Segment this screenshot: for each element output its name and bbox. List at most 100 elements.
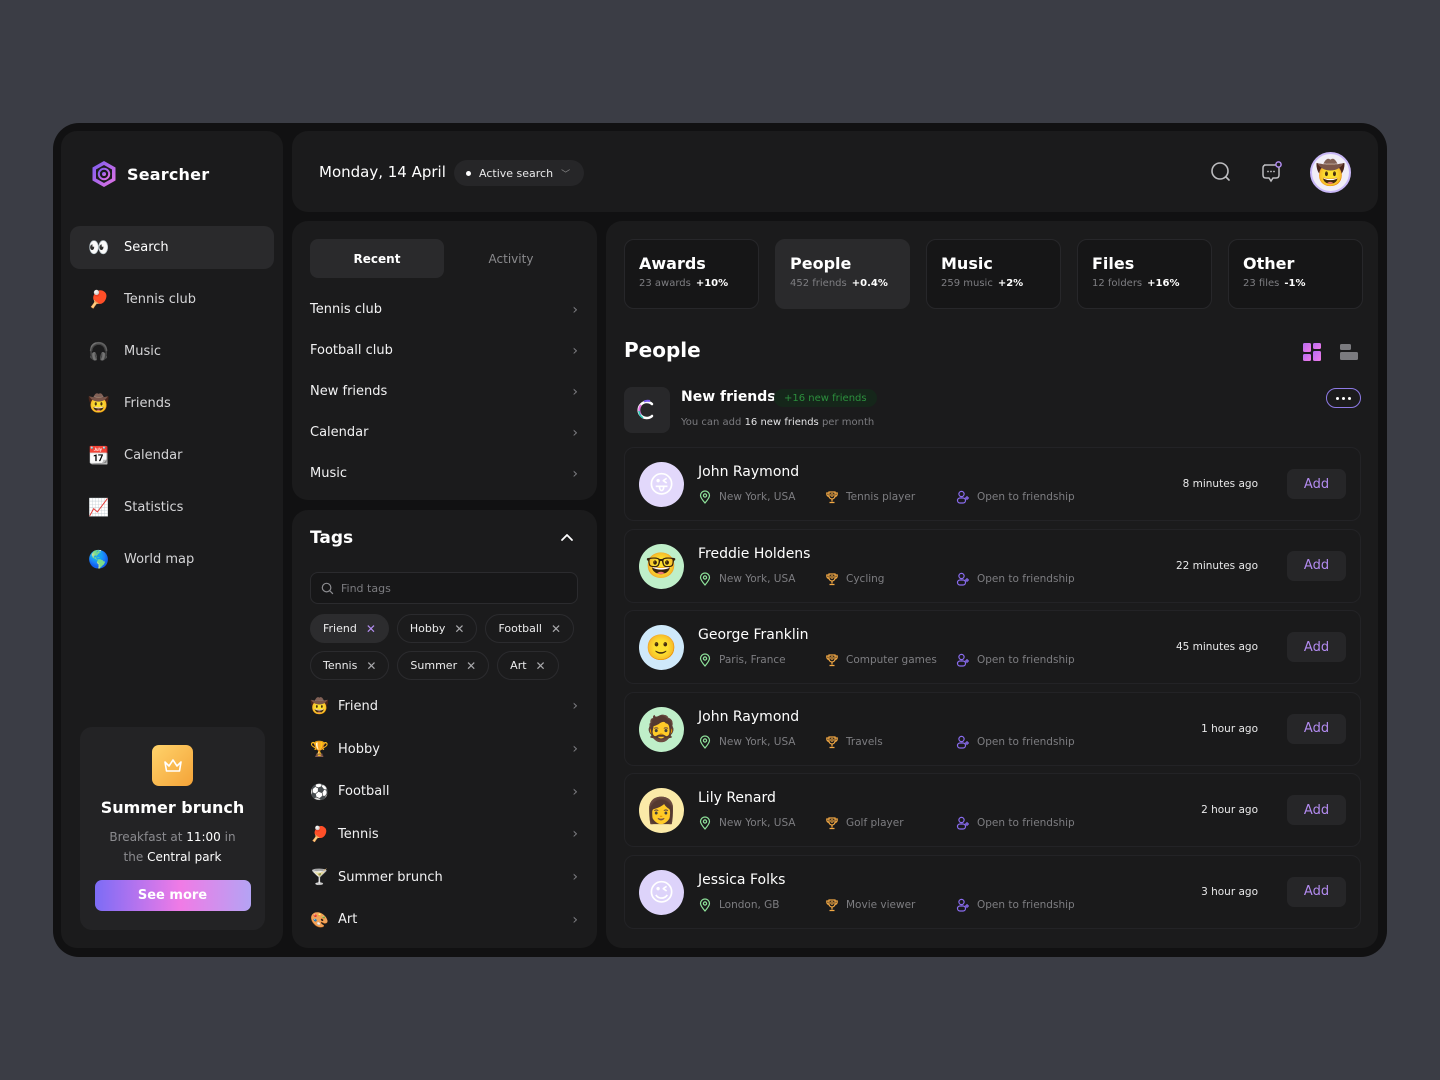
tag-item-football[interactable]: ⚽ Football › <box>310 770 578 813</box>
sidebar-item-music[interactable]: 🎧 Music <box>70 330 274 373</box>
friendship-status-text: Open to friendship <box>977 898 1075 911</box>
person-hobby: Movie viewer <box>825 898 915 912</box>
person-row[interactable]: 🧔 John Raymond New York, USA Travels Ope… <box>624 691 1361 766</box>
list-item[interactable]: Football club › <box>310 330 578 371</box>
close-icon[interactable]: ✕ <box>551 623 561 635</box>
tag-chip[interactable]: Friend ✕ <box>310 614 389 643</box>
sidebar-item-friends[interactable]: 🤠 Friends <box>70 382 274 425</box>
category-card-music[interactable]: Music 259 music +2% <box>926 239 1061 309</box>
dot <box>1342 396 1345 400</box>
grid-view-icon[interactable] <box>1302 342 1322 362</box>
person-friendship-status: Open to friendship <box>956 490 1075 504</box>
location-pin-icon <box>699 816 711 831</box>
sidebar-item-statistics[interactable]: 📈 Statistics <box>70 486 274 529</box>
list-item[interactable]: Calendar › <box>310 412 578 453</box>
status-dot-icon <box>466 170 471 176</box>
tag-chip[interactable]: Tennis ✕ <box>310 651 390 680</box>
chevron-right-icon: › <box>572 869 578 886</box>
person-friendship-status: Open to friendship <box>956 898 1075 912</box>
person-row[interactable]: 👩 Lily Renard New York, USA Golf player … <box>624 773 1361 848</box>
add-friend-button[interactable]: Add <box>1287 795 1346 826</box>
category-card-other[interactable]: Other 23 files -1% <box>1228 239 1363 309</box>
person-row[interactable]: 😉 Jessica Folks London, GB Movie viewer … <box>624 854 1361 929</box>
subtitle-text: You can add <box>681 417 745 428</box>
add-friend-button[interactable]: Add <box>1287 713 1346 744</box>
close-icon[interactable]: ✕ <box>536 660 546 672</box>
person-row[interactable]: 🙂 George Franklin Paris, France Computer… <box>624 610 1361 685</box>
location-text: Paris, France <box>719 654 786 667</box>
category-name: Files <box>1092 254 1135 273</box>
hobby-text: Computer games <box>846 654 937 667</box>
crown-badge <box>152 745 193 786</box>
tag-chip[interactable]: Art ✕ <box>497 651 559 680</box>
sidebar-item-tennis-club[interactable]: 🏓 Tennis club <box>70 278 274 321</box>
tag-item-summer-brunch[interactable]: 🍸 Summer brunch › <box>310 856 578 899</box>
tag-item-art[interactable]: 🎨 Art › <box>310 898 578 941</box>
tab-activity[interactable]: Activity <box>444 239 578 278</box>
close-icon[interactable]: ✕ <box>466 660 476 672</box>
sidebar-item-world-map[interactable]: 🌎 World map <box>70 538 274 581</box>
cowboy-face-icon: 🤠 <box>310 697 329 716</box>
category-card-people[interactable]: People 452 friends +0.4% <box>775 239 910 309</box>
list-item[interactable]: Tennis club › <box>310 289 578 330</box>
person-location: Paris, France <box>698 653 786 668</box>
category-card-awards[interactable]: Awards 23 awards +10% <box>624 239 759 309</box>
chat-notification-icon[interactable] <box>1259 160 1283 184</box>
tab-recent[interactable]: Recent <box>310 239 444 278</box>
category-delta: +0.4% <box>851 278 888 289</box>
category-name: People <box>790 254 852 273</box>
add-friend-button[interactable]: Add <box>1287 632 1346 663</box>
tag-chip[interactable]: Football ✕ <box>485 614 575 643</box>
person-hobby: Computer games <box>825 653 937 667</box>
add-friend-button[interactable]: Add <box>1287 469 1346 499</box>
crown-icon <box>163 758 182 772</box>
app-logo[interactable]: Searcher <box>89 159 209 189</box>
sidebar: Searcher 👀 Search 🏓 Tennis club 🎧 Music 🤠 Fr… <box>61 131 283 948</box>
person-row[interactable]: 🤓 Freddie Holdens New York, USA Cycling … <box>624 528 1361 603</box>
list-view-icon[interactable] <box>1339 342 1359 362</box>
category-count: 12 folders <box>1092 278 1143 289</box>
promo-title: Summer brunch <box>100 798 245 817</box>
tag-item-label: Tennis <box>338 826 379 842</box>
close-icon[interactable]: ✕ <box>366 623 376 635</box>
location-text: New York, USA <box>719 735 796 748</box>
search-icon[interactable] <box>1209 160 1233 184</box>
tag-list: 🤠 Friend › 🏆 Hobby › ⚽ Football › 🏓 Tennis › 🍸 Su… <box>310 685 578 941</box>
sidebar-item-calendar[interactable]: 📆 Calendar <box>70 434 274 477</box>
search-status-dropdown[interactable]: Active search ﹀ <box>454 160 585 186</box>
category-card-files[interactable]: Files 12 folders +16% <box>1077 239 1212 309</box>
tag-item-tennis[interactable]: 🏓 Tennis › <box>310 813 578 856</box>
person-hobby: Cycling <box>825 572 884 586</box>
close-icon[interactable]: ✕ <box>454 623 464 635</box>
tag-item-friend[interactable]: 🤠 Friend › <box>310 685 578 728</box>
person-avatar: 😜 <box>639 462 684 507</box>
person-time: 45 minutes ago <box>1175 641 1258 654</box>
sidebar-item-search[interactable]: 👀 Search <box>70 226 274 269</box>
close-icon[interactable]: ✕ <box>366 660 376 672</box>
add-friend-button[interactable]: Add <box>1287 876 1346 907</box>
user-avatar[interactable]: 🤠 <box>1310 152 1351 193</box>
person-row[interactable]: 😜 John Raymond New York, USA Tennis play… <box>624 447 1361 521</box>
sidebar-item-label: Search <box>124 240 169 255</box>
section-title: People <box>624 338 701 362</box>
more-options-button[interactable] <box>1326 388 1361 408</box>
category-meta: 12 folders +16% <box>1092 278 1197 289</box>
tag-item-hobby[interactable]: 🏆 Hobby › <box>310 728 578 771</box>
add-friend-button[interactable]: Add <box>1287 550 1346 581</box>
tag-chip[interactable]: Hobby ✕ <box>396 614 478 643</box>
list-item[interactable]: New friends › <box>310 371 578 412</box>
chevron-right-icon: › <box>572 342 578 359</box>
tag-search-field[interactable] <box>310 572 578 604</box>
person-name: John Raymond <box>698 708 800 725</box>
search-icon <box>321 582 334 594</box>
chevron-up-icon[interactable] <box>559 530 575 546</box>
list-item[interactable]: Music › <box>310 453 578 494</box>
trophy-icon <box>826 817 838 830</box>
eyes-icon: 👀 <box>88 237 110 258</box>
see-more-button[interactable]: See more <box>94 880 251 911</box>
tag-search-input[interactable] <box>341 581 541 595</box>
person-friendship-status: Open to friendship <box>956 816 1075 830</box>
ping-pong-icon: 🏓 <box>310 825 329 844</box>
tag-chip[interactable]: Summer ✕ <box>397 651 490 680</box>
sidebar-item-label: Friends <box>124 396 171 411</box>
